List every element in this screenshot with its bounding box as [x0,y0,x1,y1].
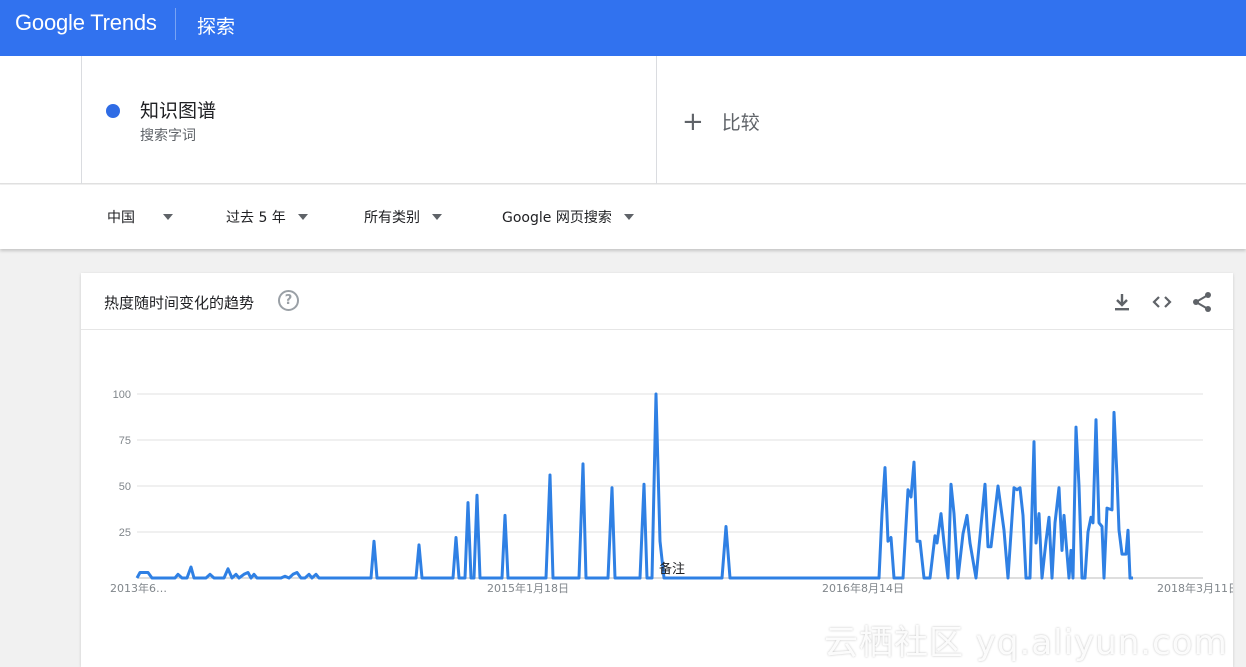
compare-label: 比较 [721,112,760,134]
y-tick-label: 50 [119,481,131,493]
card-title: 热度随时间变化的趋势 [104,294,255,312]
filter-category[interactable]: 所有类别 [364,207,442,227]
search-terms-panel: 知识图谱 搜索字词 + 比较 [0,56,1246,184]
filter-search-type-label: Google 网页搜索 [502,210,612,226]
search-term-card[interactable]: 知识图谱 搜索字词 [81,56,657,184]
download-icon[interactable] [1110,290,1134,314]
term-name: 知识图谱 [140,100,217,122]
filter-region-label: 中国 [107,210,135,226]
compare-button[interactable]: + 比较 [682,108,760,135]
filter-time-label: 过去 5 年 [226,210,286,226]
chevron-down-icon [432,214,442,220]
filter-bar: 中国 过去 5 年 所有类别 Google 网页搜索 [0,185,1246,249]
y-tick-label: 75 [119,435,131,447]
help-icon[interactable]: ? [278,290,299,311]
filter-time-range[interactable]: 过去 5 年 [226,207,308,227]
top-app-bar: Google Trends 探索 [0,0,1246,56]
trend-line-chart[interactable]: 100 75 50 25 2013年6… 2015年1月18日 2016年8月14日 2018… [81,330,1233,667]
chevron-down-icon [297,214,308,220]
chevron-down-icon [163,214,173,220]
card-header: 热度随时间变化的趋势 ? [81,273,1233,330]
google-trends-logo[interactable]: Google Trends [15,10,157,36]
x-tick-label: 2016年8月14日 [822,581,904,595]
interest-over-time-card: 热度随时间变化的趋势 ? 100 75 50 25 2013年6… 2015年1月18日 2… [81,273,1233,667]
plus-icon: + [682,106,704,137]
filter-region[interactable]: 中国 [107,207,173,227]
x-tick-label: 2015年1月18日 [487,581,569,595]
filter-search-type[interactable]: Google 网页搜索 [502,207,634,227]
x-tick-label: 2018年3月11日 [1157,581,1233,595]
share-icon[interactable] [1190,290,1214,314]
chevron-down-icon [623,214,634,220]
term-color-dot [106,104,120,118]
header-divider [175,8,176,40]
x-tick-label: 2013年6… [110,581,167,595]
section-title: 探索 [197,16,236,38]
embed-code-icon[interactable] [1150,290,1174,314]
term-type: 搜索字词 [140,128,196,144]
filter-category-label: 所有类别 [364,210,420,226]
chart-annotation[interactable]: 备注 [659,561,685,577]
y-tick-label: 25 [119,527,131,539]
y-tick-label: 100 [113,389,131,401]
